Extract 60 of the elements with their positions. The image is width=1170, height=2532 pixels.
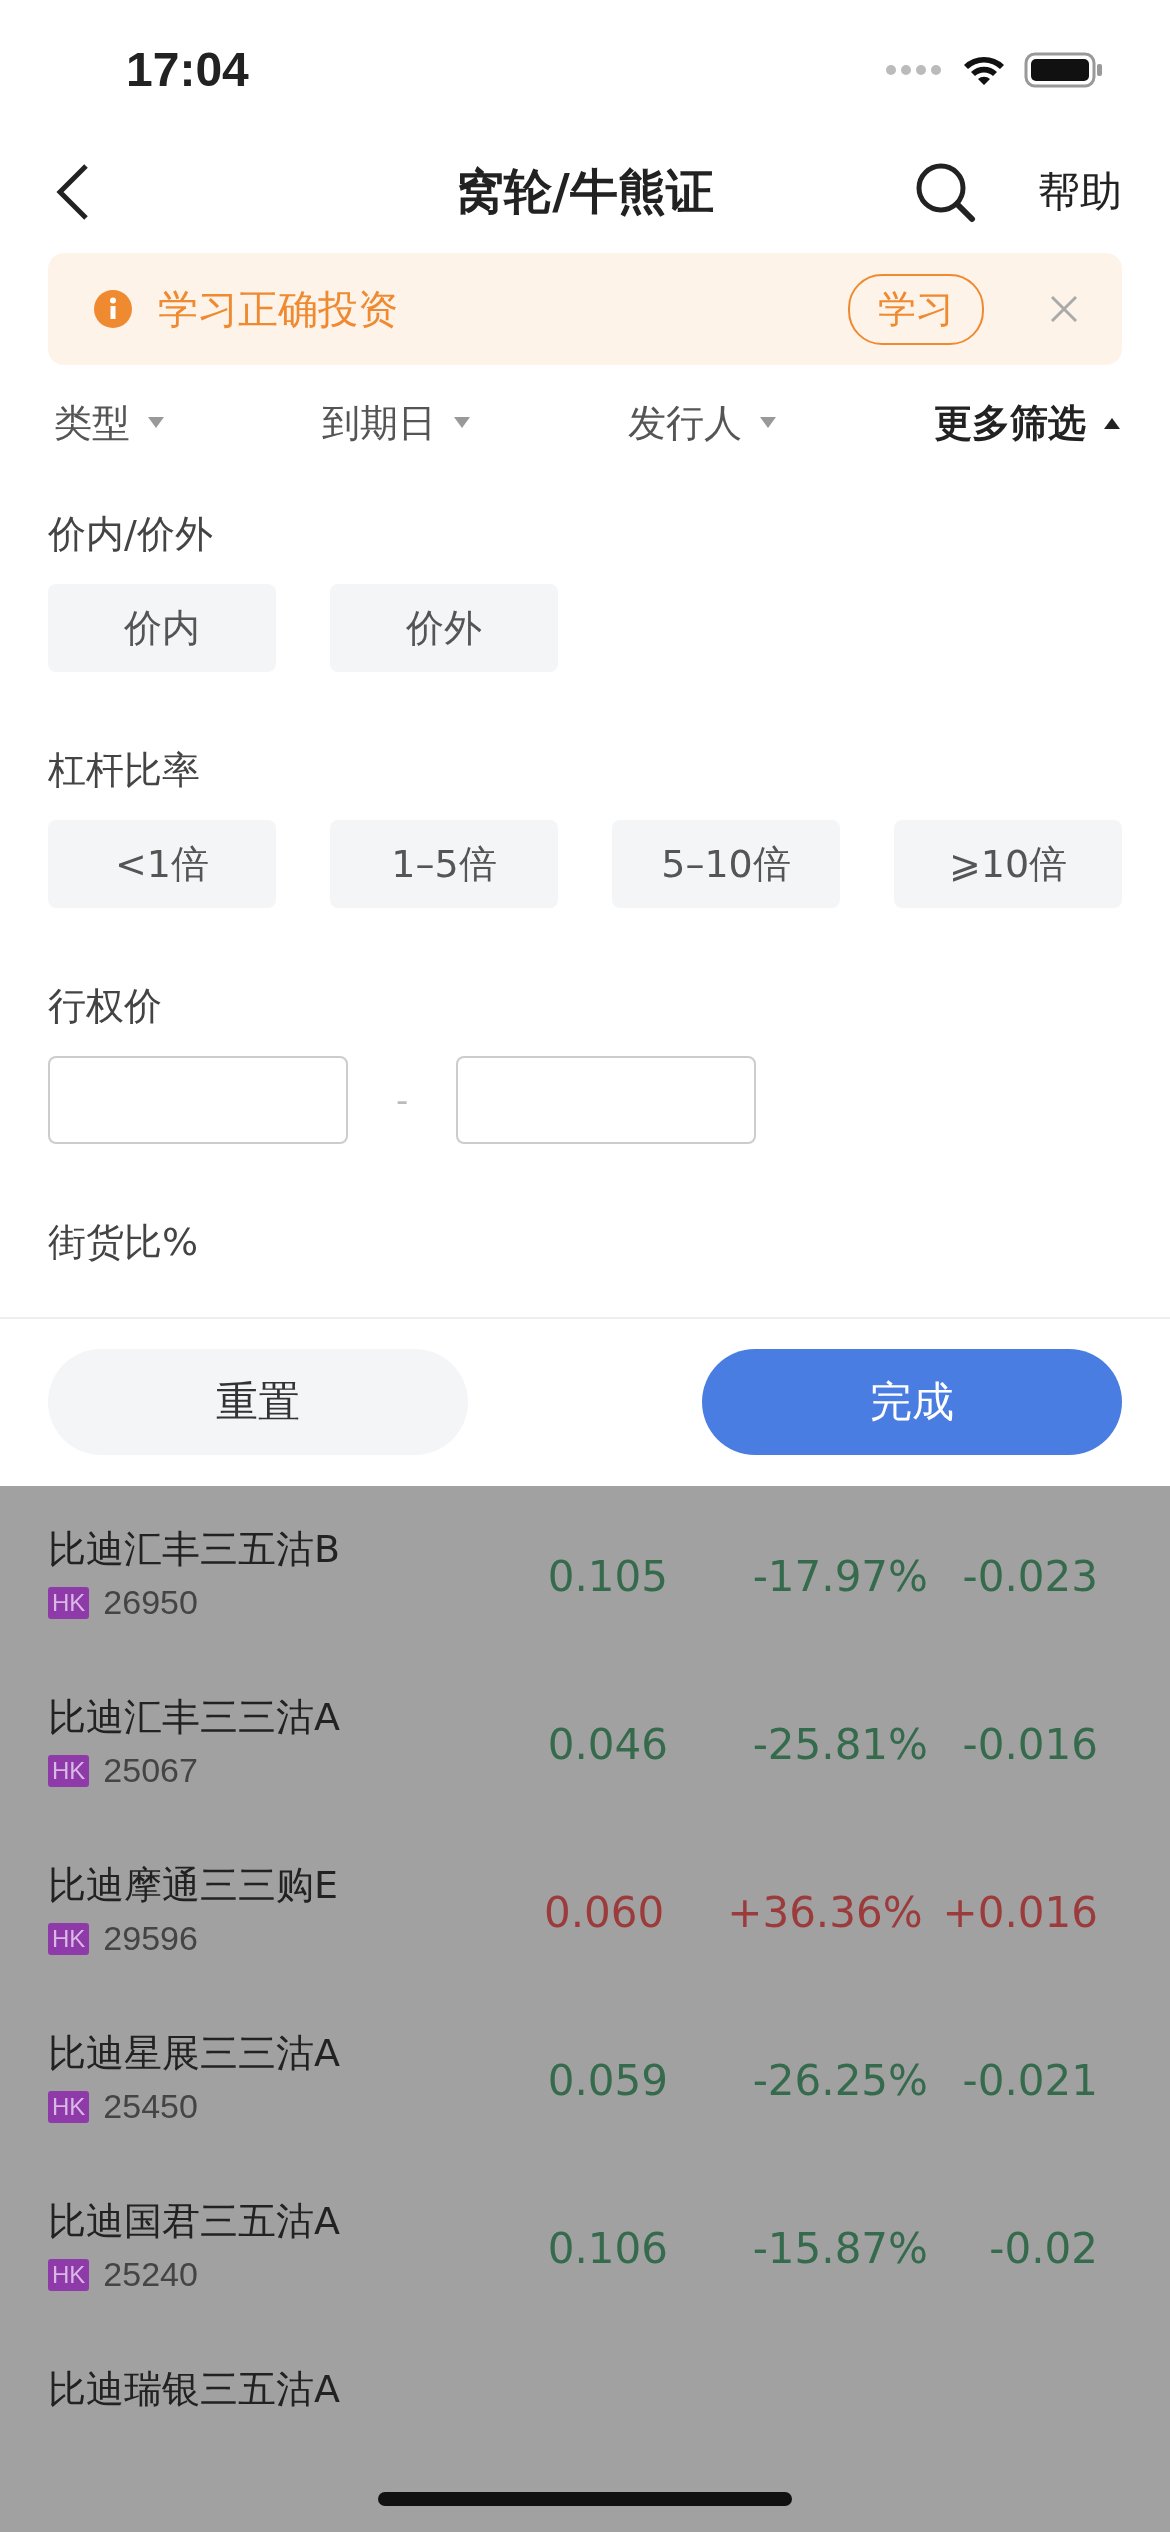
- status-time: 17:04: [126, 42, 249, 98]
- change-value: -0.023: [961, 1552, 1098, 1601]
- filter-dropdown[interactable]: 类型: [54, 393, 166, 453]
- change-percent: +36.36%: [726, 1888, 923, 1937]
- option-chip[interactable]: ⩾10倍: [894, 820, 1122, 908]
- change-value: +0.016: [941, 1888, 1098, 1937]
- signal-icon: [884, 62, 944, 77]
- done-button[interactable]: 完成: [702, 1349, 1122, 1456]
- warrant-code: 29596: [103, 1919, 198, 1958]
- battery-icon: [1024, 51, 1104, 88]
- change-percent: -15.87%: [751, 2224, 928, 2273]
- reset-button[interactable]: 重置: [48, 1349, 468, 1456]
- filter-dropdown[interactable]: 到期日: [322, 393, 472, 453]
- price: 0.059: [546, 2056, 668, 2105]
- price: 0.060: [542, 1888, 665, 1937]
- market-tag: HK: [48, 1586, 90, 1619]
- price: 0.046: [546, 1720, 668, 1769]
- option-chip[interactable]: 价内: [48, 584, 276, 672]
- section-title: 行权价: [48, 983, 163, 1030]
- market-tag: HK: [48, 1922, 90, 1955]
- section-title: 街货比%: [48, 1219, 200, 1266]
- warrant-name[interactable]: 比迪摩通三三购E: [48, 1860, 466, 1911]
- notice-text: 学习正确投资: [158, 284, 399, 334]
- section-title: 杠杆比率: [48, 747, 201, 794]
- option-chip[interactable]: 5–10倍: [612, 820, 840, 908]
- help-button[interactable]: 帮助: [1038, 164, 1122, 221]
- filter-dropdown[interactable]: 发行人: [628, 393, 778, 453]
- market-tag: HK: [48, 2258, 90, 2291]
- change-value: -0.021: [961, 2056, 1098, 2105]
- market-tag: HK: [48, 1754, 90, 1787]
- warrant-code: 25450: [103, 2087, 198, 2126]
- warrant-name[interactable]: 比迪星展三三沽A: [48, 2028, 468, 2079]
- warrant-name[interactable]: 比迪汇丰三五沽B: [48, 1524, 468, 1575]
- warrant-name[interactable]: 比迪汇丰三三沽A: [48, 1692, 468, 1743]
- change-value: -0.02: [988, 2224, 1098, 2273]
- caret-icon: [1102, 416, 1122, 431]
- change-percent: -17.97%: [751, 1552, 928, 1601]
- max-input-field[interactable]: [456, 1056, 757, 1144]
- section-title: 价内/价外: [48, 511, 214, 558]
- change-value: -0.016: [961, 1720, 1098, 1769]
- option-chip[interactable]: 1–5倍: [330, 820, 558, 908]
- price: 0.106: [546, 2224, 668, 2273]
- warrant-name[interactable]: 比迪国君三五沽A: [48, 2196, 468, 2247]
- page-title: 窝轮/牛熊证: [456, 162, 714, 222]
- warrant-code: 26950: [103, 1583, 198, 1622]
- range-separator: -: [396, 1080, 409, 1120]
- search-icon[interactable]: [914, 161, 976, 224]
- min-input-field[interactable]: [48, 1056, 348, 1144]
- market-tag: HK: [48, 2090, 90, 2123]
- option-chip[interactable]: 价外: [330, 584, 558, 672]
- info-icon: [94, 290, 132, 329]
- change-percent: -26.25%: [751, 2056, 928, 2105]
- option-chip[interactable]: <1倍: [48, 820, 276, 908]
- filter-dropdown[interactable]: 更多筛选: [934, 393, 1122, 453]
- close-icon[interactable]: [1050, 295, 1078, 324]
- warrant-code: 25240: [103, 2255, 198, 2294]
- warrant-name[interactable]: 比迪瑞银三五沽A: [48, 2364, 468, 2415]
- price: 0.105: [546, 1552, 668, 1601]
- warrant-code: 25067: [103, 1751, 198, 1790]
- change-percent: -25.81%: [751, 1720, 928, 1769]
